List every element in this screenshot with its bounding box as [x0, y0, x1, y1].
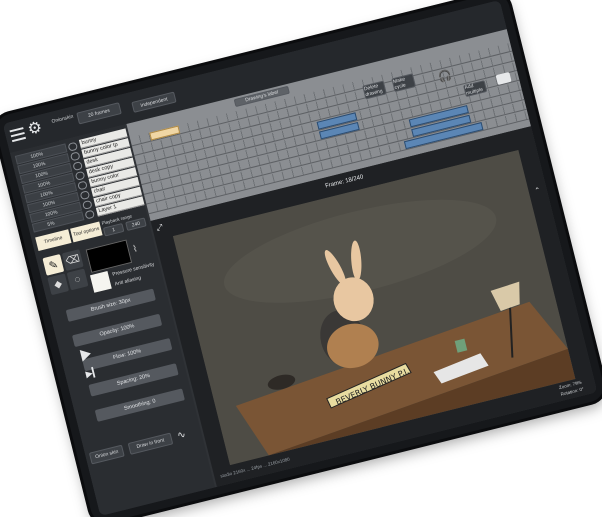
onion-skin-label: Onion skin — [94, 448, 120, 461]
headphones-icon[interactable]: 🎧 — [437, 68, 453, 84]
timeline-tab-label: Timeline — [43, 234, 64, 246]
gear-icon[interactable]: ⚙ — [26, 119, 45, 139]
stage: ⚙ Onionskin 20 frames Independent 100% 1… — [0, 0, 602, 517]
onion-frames-select[interactable]: 20 frames — [76, 102, 122, 125]
mode-value: Independent — [139, 95, 169, 109]
mode-select[interactable]: Independent — [131, 91, 177, 113]
hamburger-icon[interactable] — [9, 126, 27, 143]
range-start-value: 1 — [111, 226, 116, 233]
onionskin-label: Onionskin — [51, 113, 75, 125]
app-screen: ⚙ Onionskin 20 frames Independent 100% 1… — [2, 0, 598, 516]
tool-options-tab-label: Tool options — [72, 225, 101, 239]
onion-frames-value: 20 frames — [87, 107, 111, 119]
tablet-device: ⚙ Onionskin 20 frames Independent 100% 1… — [0, 0, 602, 517]
range-end-value: 240 — [131, 220, 141, 229]
